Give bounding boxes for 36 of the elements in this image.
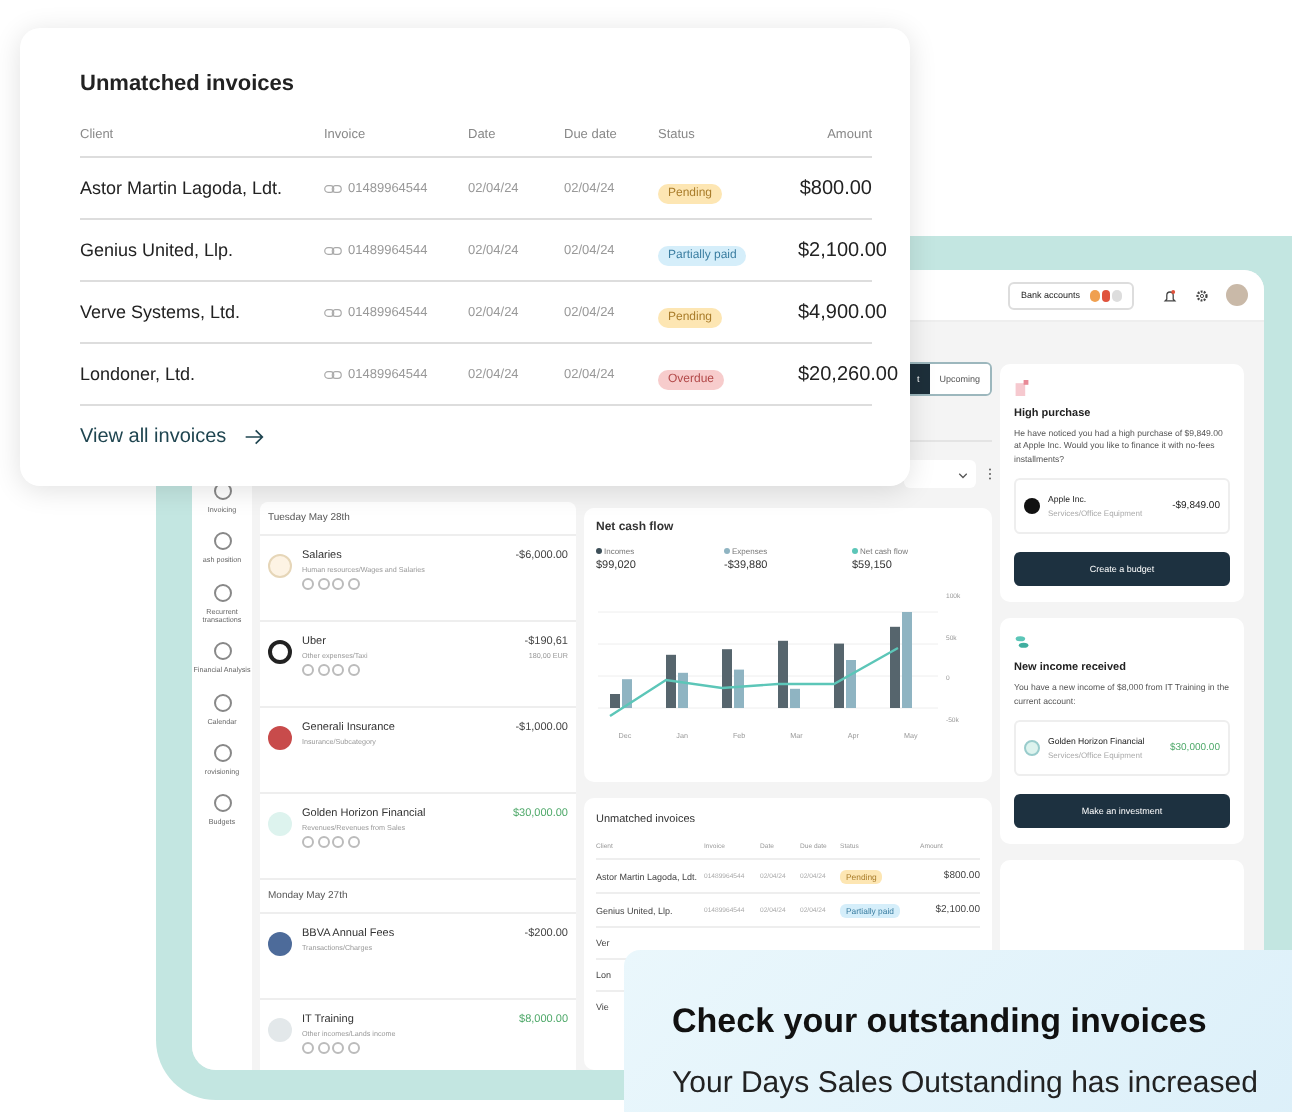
bell-icon[interactable]	[1162, 287, 1178, 303]
invoice-amount: $4,900.00	[798, 301, 887, 323]
income-bar	[666, 654, 676, 708]
merchant-logo-icon	[1024, 498, 1040, 515]
link-icon	[324, 245, 342, 255]
settings-icon[interactable]	[1194, 287, 1210, 303]
income-bar	[834, 643, 844, 708]
callout-title: Check your outstanding invoices	[672, 1002, 1209, 1042]
coins-icon	[1014, 634, 1030, 651]
merchant-logo-icon	[1024, 740, 1040, 757]
link-icon	[324, 183, 342, 193]
expense-bar	[622, 679, 632, 708]
expense-bar	[678, 672, 688, 708]
expense-bar	[734, 669, 744, 708]
expense-bar	[902, 612, 912, 708]
chevron-down-icon	[958, 469, 968, 479]
income-bar	[778, 640, 788, 708]
card-title: Unmatched invoices	[80, 72, 296, 96]
invoice-amount: $2,100.00	[798, 239, 887, 261]
income-bar	[610, 694, 620, 708]
invoice-amount: $20,260.00	[798, 363, 899, 385]
view-all-link[interactable]: View all invoices	[80, 426, 265, 448]
client-name: Astor Martin Lagoda, Ldt.	[80, 178, 285, 198]
link-icon	[324, 307, 342, 317]
income-bar	[722, 649, 732, 708]
arrow-right-icon	[244, 428, 265, 446]
income-bar	[890, 626, 900, 708]
client-name: Londoner, Ltd.	[80, 364, 198, 384]
link-icon	[324, 369, 342, 379]
client-name: Genius United, Llp.	[80, 240, 236, 260]
invoice-amount: $800.00	[798, 177, 872, 199]
expense-bar	[790, 688, 800, 708]
receipt-icon	[1014, 380, 1030, 396]
expense-bar	[846, 660, 856, 708]
client-name: Verve Systems, Ltd.	[80, 302, 243, 322]
callout-text: Your Days Sales Outstanding has increased	[672, 1066, 1260, 1100]
